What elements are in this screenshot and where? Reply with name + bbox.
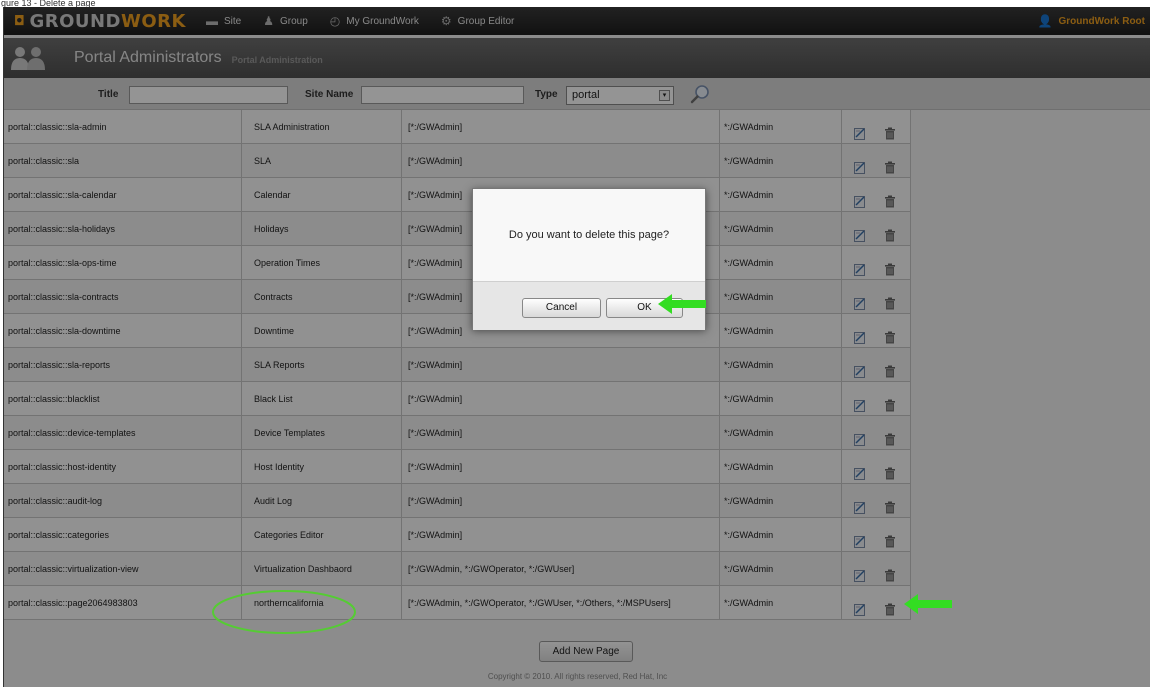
modal-overlay [4, 7, 1150, 687]
delete-confirm-message: Do you want to delete this page? [508, 229, 670, 241]
screenshot-figure: gure 13 - Delete a page ◘ GROUND WORK ▬ S… [0, 0, 1150, 687]
figure-caption: gure 13 - Delete a page [1, 0, 96, 7]
ok-button[interactable]: OK [606, 298, 683, 318]
delete-confirm-dialog: Do you want to delete this page? Cancel … [472, 188, 706, 330]
dialog-footer: Cancel OK [473, 281, 705, 330]
cancel-button[interactable]: Cancel [522, 298, 601, 318]
portal-window: ◘ GROUND WORK ▬ Site ♟ Group ◴ My GroundW… [3, 7, 1150, 687]
